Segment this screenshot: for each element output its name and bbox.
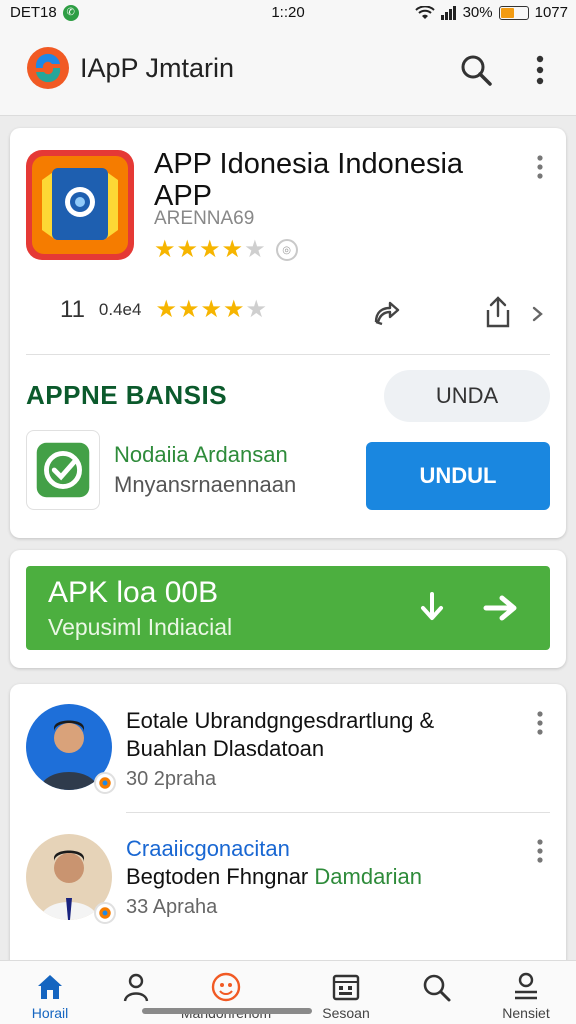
more-vert-icon[interactable] [522,50,558,90]
nav-account-label: Nensiet [502,1005,550,1021]
apk-banner[interactable]: APK loa 00B Vepusiml Indiacial [26,566,550,650]
meta-count: 11 [60,296,85,323]
battery-percent: 30% [462,4,493,21]
profile-icon [123,973,149,1002]
star-filled-icon: ★ [221,236,244,263]
chevron-right-icon[interactable] [526,296,550,332]
star-empty-icon: ★ [245,296,268,323]
card-more-icon[interactable] [528,152,552,182]
nav-search[interactable] [386,961,486,1024]
feed-meta: 30 2praha [126,768,217,790]
info-badge-icon: ◎ [275,239,298,261]
app-bar: IApP Jmtarin [0,26,576,116]
app-name: APP Idonesia Indonesia APP [154,148,464,212]
feed-title: Craaiicgonacitan [126,836,290,861]
app-title: IApP Jmtarin [80,53,235,83]
feed-item[interactable]: Eotale Ubrandgngesdrartlung & Buahlan Dl… [10,694,566,824]
feed-card: Eotale Ubrandgngesdrartlung & Buahlan Dl… [10,684,566,974]
apk-banner-card: APK loa 00B Vepusiml Indiacial [10,550,566,668]
verified-badge-icon [94,902,116,924]
promo-app-icon[interactable] [26,430,100,510]
star-rating: ★ ★ ★ ★ ★ [154,238,266,262]
app-logo-icon[interactable] [26,46,70,90]
nav-calendar[interactable]: Sesoan [296,961,396,1024]
home-icon [38,975,62,999]
promo-subtitle: Mnyansrnaennaan [114,472,297,497]
unda-button[interactable]: UNDA [384,370,550,422]
star-filled-icon: ★ [177,296,200,323]
app-icon[interactable] [26,150,134,260]
star-filled-icon: ★ [223,296,245,323]
star-filled-icon: ★ [176,236,199,263]
meta-star-rating: ★ ★ ★ ★ ★ [155,298,267,322]
star-filled-icon: ★ [200,296,223,323]
feed-title: Eotale Ubrandgngesdrartlung & [126,708,435,733]
share-icon[interactable] [480,294,516,330]
star-filled-icon: ★ [155,296,177,323]
nav-account[interactable]: Nensiet [476,961,576,1024]
app-detail-card: APP Idonesia Indonesia APP ARENNA69 ★ ★ ★ ★… [10,128,566,538]
reshare-icon[interactable] [368,296,404,332]
apk-title: APK loa 00B [48,576,219,609]
star-filled-icon: ★ [154,236,176,263]
status-right: 30% 1077 [414,4,568,21]
nav-home[interactable]: Horail [0,961,100,1024]
divider [26,354,550,355]
promo-title: Nodaiia Ardansan [114,442,288,467]
verified-badge-icon [94,772,116,794]
meta-small: 0.4e4 [98,300,142,319]
apk-subtitle: Vepusiml Indiacial [48,614,233,640]
feed-item[interactable]: Craaiicgonacitan Begtoden Fhngnar Damdar… [10,824,566,954]
signal-icon [440,5,456,20]
star-filled-icon: ★ [199,236,221,263]
feed-divider [126,812,550,813]
feed-subtitle: Buahlan Dlasdatoan [126,736,325,761]
feed-subtitle-main: Begtoden Fhngnar [126,864,309,889]
download-icon[interactable] [414,590,450,628]
search-icon[interactable] [456,50,496,90]
feed-subtitle: Begtoden Fhngnar Damdarian [126,864,422,890]
status-extra: 1077 [534,4,568,21]
section-title: APPNE BANSIS [26,380,228,410]
home-indicator [142,1008,312,1014]
status-bar: DET18 ✆ 1::20 30% 1077 [0,0,576,26]
wifi-icon [414,5,435,19]
feed-subtitle-highlight: Damdarian [314,864,422,889]
battery-icon [498,5,529,20]
nav-home-label: Horail [31,1005,69,1021]
nav-emoji[interactable]: Marldohrenom [176,961,276,1024]
feed-meta: 33 Apraha [126,896,218,918]
rating-row: ★ ★ ★ ★ ★ ◎ [154,238,298,262]
battery-fill [500,7,514,18]
account-icon [515,972,537,1000]
feed-more-icon[interactable] [528,708,552,738]
search-icon [423,974,451,1002]
arrow-right-icon[interactable] [482,592,524,624]
install-button[interactable]: UNDUL [366,442,550,510]
bottom-nav: Horail Marldohrenom Sesoan [0,960,576,1024]
calendar-icon [332,974,360,1001]
feed-more-icon[interactable] [528,836,552,866]
meta-row: 11 0.4e4 ★ ★ ★ ★ ★ [60,296,267,324]
developer-name: ARENNA69 [154,208,255,229]
star-empty-icon: ★ [244,236,266,263]
emoji-icon [211,972,241,1002]
nav-profile[interactable] [86,961,186,1024]
